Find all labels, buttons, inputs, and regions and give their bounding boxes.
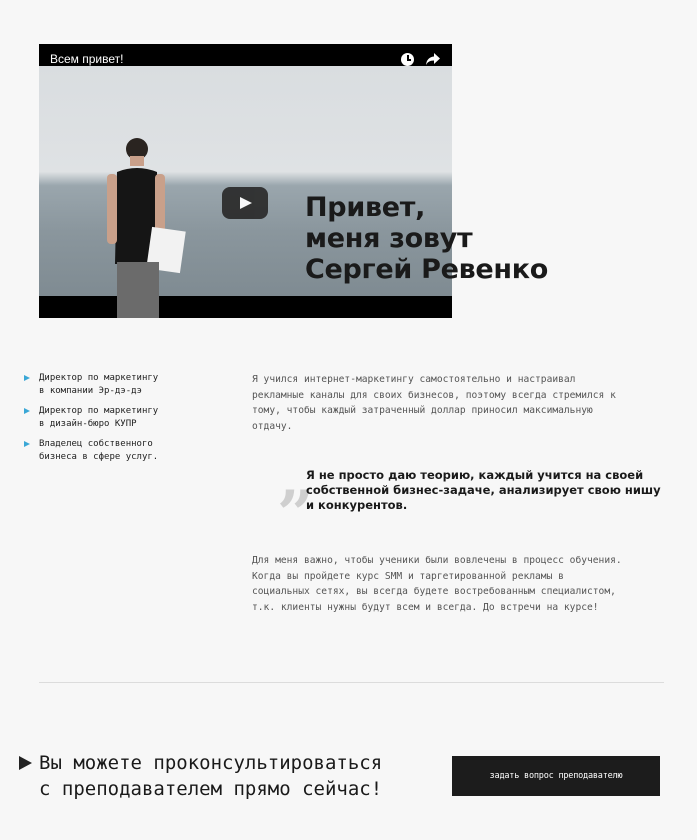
person-image [107, 138, 186, 318]
paragraph-line: Когда вы пройдете курс SMM и таргетирова… [252, 570, 564, 582]
quote-line: собственной бизнес-задаче, анализирует с… [306, 483, 661, 497]
cta-text: Вы можете проконсультироваться с препода… [39, 750, 382, 802]
triangle-bullet-icon [24, 408, 30, 414]
paragraph-line: тому, чтобы каждый затраченный доллар пр… [252, 405, 593, 417]
paragraph-line: рекламные каналы для своих бизнесов, поэ… [252, 389, 616, 401]
cta-line: Вы можете проконсультироваться [39, 752, 383, 774]
video-title[interactable]: Всем привет! [50, 52, 123, 66]
closing-paragraph: Для меня важно, чтобы ученики были вовле… [252, 553, 672, 616]
paragraph-line: Для меня важно, чтобы ученики были вовле… [252, 555, 622, 566]
list-item-line: в дизайн-бюро КУПР [39, 419, 137, 429]
hero-title-line: меня зовут [305, 223, 473, 254]
list-item: Директор по маркетингу в компании Эр-дэ-… [22, 372, 222, 398]
hero-title-line: Сергей Ревенко [305, 254, 549, 285]
ask-teacher-button[interactable]: задать вопрос преподавателю [452, 756, 660, 796]
play-arrow-icon [19, 756, 32, 770]
section-divider [39, 682, 664, 683]
list-item-line: бизнеса в сфере услуг. [39, 452, 159, 462]
paragraph-line: социальных сетях, вы всегда будете востр… [252, 586, 616, 598]
positions-list: Директор по маркетингу в компании Эр-дэ-… [22, 372, 222, 471]
video-title-bar: Всем привет! [39, 44, 452, 66]
list-item-line: Директор по маркетингу [39, 373, 159, 383]
share-icon[interactable] [425, 52, 441, 66]
play-button[interactable] [222, 187, 268, 219]
quote-line: и конкурентов. [306, 498, 408, 512]
intro-paragraph: Я учился интернет-маркетингу самостоятел… [252, 372, 672, 435]
clock-icon[interactable] [401, 53, 414, 66]
hero-title: Привет, меня зовут Сергей Ревенко [305, 192, 605, 285]
quote-text: Я не просто даю теорию, каждый учится на… [306, 468, 676, 513]
list-item-line: Директор по маркетингу [39, 406, 159, 416]
paragraph-line: Я учился интернет-маркетингу самостоятел… [252, 374, 576, 385]
quote-line: Я не просто даю теорию, каждый учится на… [306, 468, 644, 482]
triangle-bullet-icon [24, 375, 30, 381]
hero-title-line: Привет, [305, 192, 426, 223]
list-item-line: в компании Эр-дэ-дэ [39, 386, 142, 396]
list-item-line: Владелец собственного [39, 439, 153, 449]
paragraph-line: отдачу. [252, 421, 293, 433]
list-item: Директор по маркетингу в дизайн-бюро КУП… [22, 405, 222, 431]
cta-line: с преподавателем прямо сейчас! [39, 778, 383, 800]
triangle-bullet-icon [24, 441, 30, 447]
list-item: Владелец собственного бизнеса в сфере ус… [22, 438, 222, 464]
paragraph-line: т.к. клиенты нужны будут всем и всегда. … [252, 602, 599, 614]
